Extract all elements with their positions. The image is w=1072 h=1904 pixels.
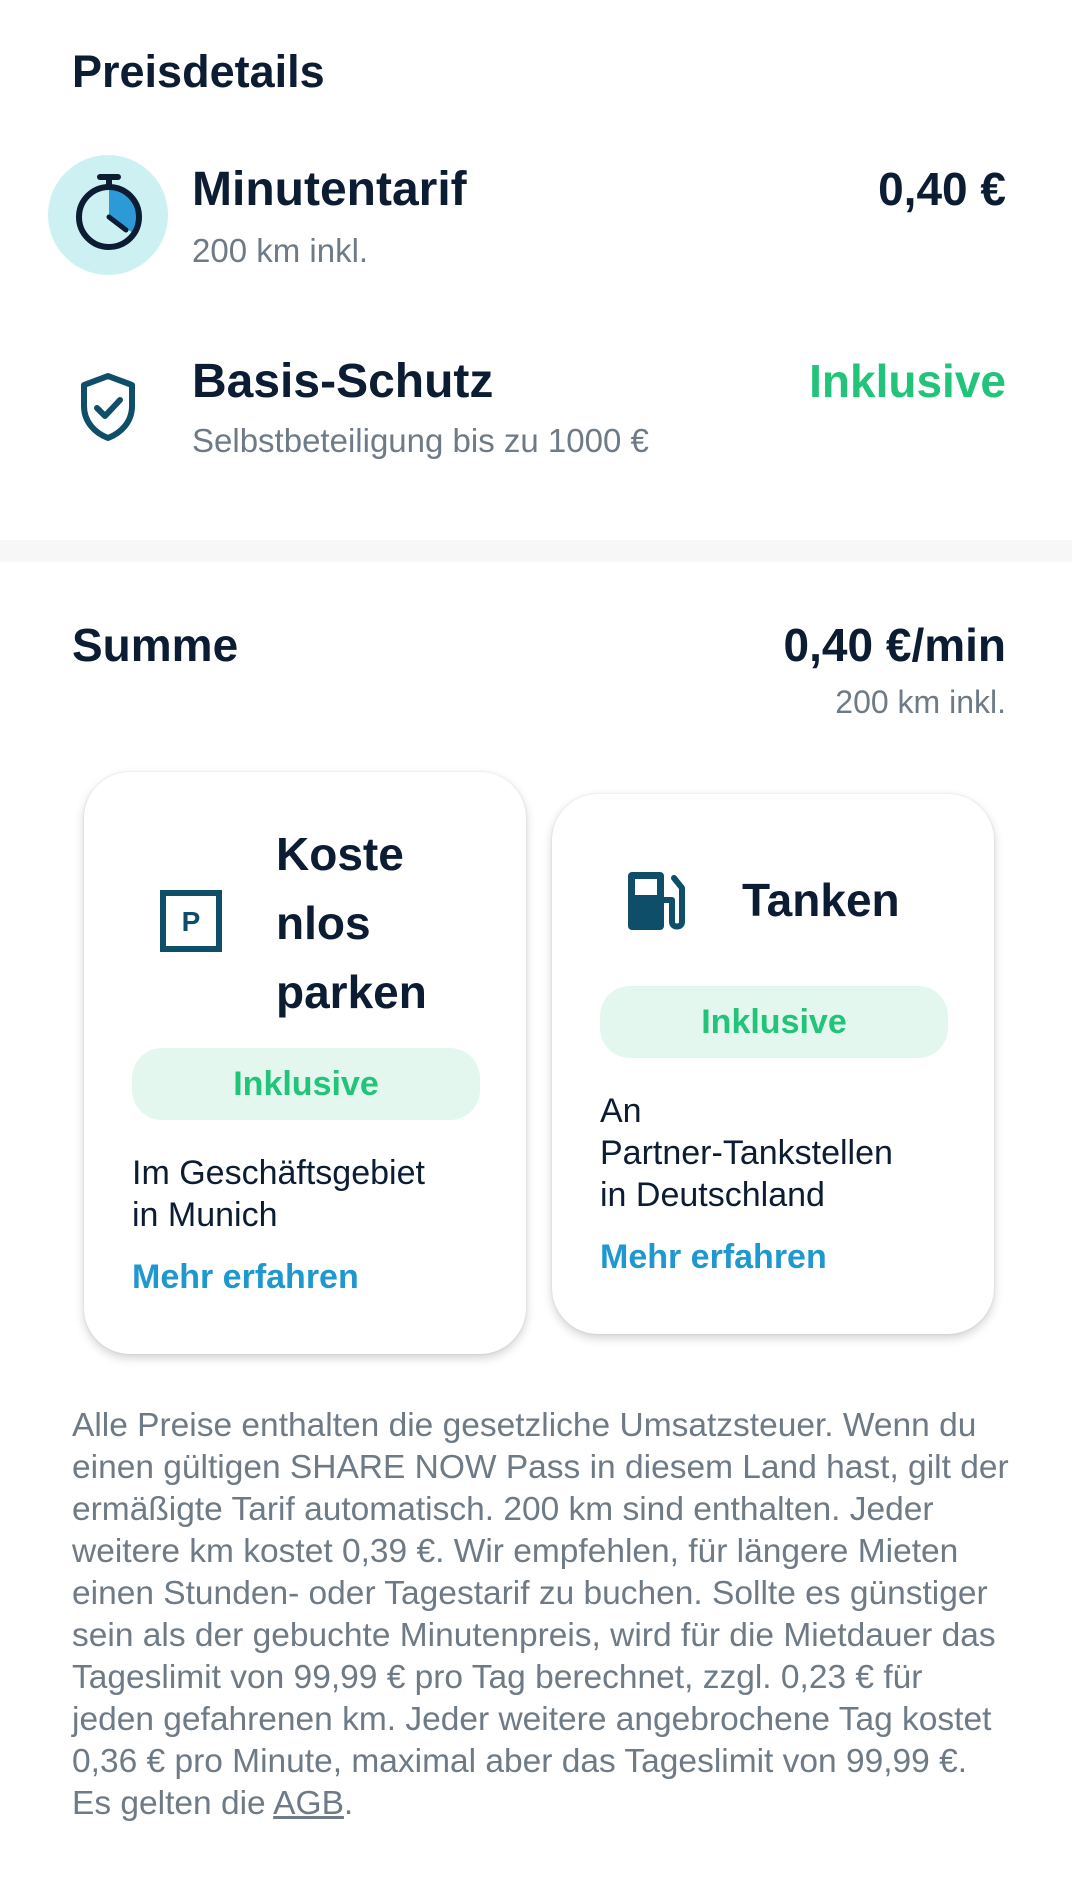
fuel-title: Tanken <box>742 874 900 926</box>
fuel-pump-icon <box>626 870 692 932</box>
shield-check-icon <box>78 372 138 442</box>
parking-learn-more-link[interactable]: Mehr erfahren <box>132 1258 359 1297</box>
basic-protection-label: Basis-Schutz <box>192 355 494 408</box>
price-details-screen: Preisdetails Minutentarif 200 km inkl. 0… <box>0 0 1072 1904</box>
free-parking-title: Koste nlos parken <box>276 828 427 1018</box>
parking-included-badge: Inklusive <box>132 1048 480 1120</box>
price-row-basic-protection: Basis-Schutz Selbstbeteiligung bis zu 10… <box>0 342 1072 482</box>
parking-icon: P <box>160 890 222 952</box>
minute-tariff-price: 0,40 € <box>878 163 1006 215</box>
price-disclaimer: Alle Preise enthalten die gesetzliche Um… <box>72 1405 1012 1825</box>
basic-protection-status: Inklusive <box>809 355 1006 407</box>
parking-description: Im Geschäftsgebiet in Munich <box>132 1154 425 1234</box>
total-subtitle: 200 km inkl. <box>835 684 1006 720</box>
fuel-card[interactable]: Tanken Inklusive An Partner-Tankstellen … <box>552 794 994 1334</box>
price-row-minute-tariff: Minutentarif 200 km inkl. 0,40 € <box>0 150 1072 290</box>
total-label: Summe <box>72 619 239 671</box>
svg-text:P: P <box>182 906 201 937</box>
free-parking-card[interactable]: P Koste nlos parken Inklusive Im Geschäf… <box>84 772 526 1354</box>
minute-tariff-subtitle: 200 km inkl. <box>192 232 369 269</box>
page-title: Preisdetails <box>72 46 325 97</box>
total-price: 0,40 €/min <box>783 619 1006 671</box>
section-divider <box>0 540 1072 562</box>
minute-tariff-label: Minutentarif <box>192 163 467 216</box>
agb-link[interactable]: AGB <box>273 1785 344 1822</box>
fuel-included-badge: Inklusive <box>600 986 948 1058</box>
disclaimer-text: Alle Preise enthalten die gesetzliche Um… <box>72 1407 1009 1822</box>
fuel-description: An Partner-Tankstellen in Deutschland <box>600 1092 893 1214</box>
disclaimer-suffix: . <box>343 1785 354 1822</box>
stopwatch-icon <box>48 155 168 275</box>
basic-protection-subtitle: Selbstbeteiligung bis zu 1000 € <box>192 422 649 459</box>
fuel-learn-more-link[interactable]: Mehr erfahren <box>600 1238 827 1277</box>
